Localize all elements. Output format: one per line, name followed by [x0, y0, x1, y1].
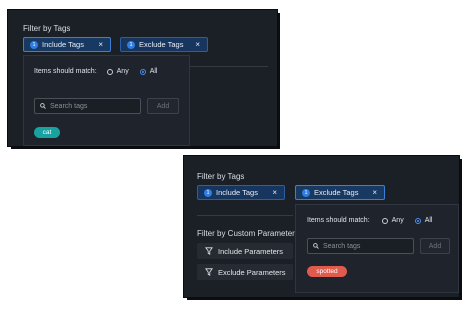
filter-by-tags-title: Filter by Tags [23, 24, 71, 33]
exclude-parameters-button[interactable]: Exclude Parameters [197, 264, 293, 280]
filter-by-tags-title: Filter by Tags [197, 172, 245, 181]
filter-panel-include: Filter by Tags 1 Include Tags × 1 Exclud… [8, 10, 277, 146]
close-icon[interactable]: × [372, 188, 377, 197]
filter-panel-exclude: Filter by Tags 1 Include Tags × 1 Exclud… [184, 156, 459, 297]
exclude-tags-chip[interactable]: 1 Exclude Tags × [295, 185, 385, 200]
search-placeholder: Search tags [50, 102, 88, 110]
custom-parameters-title: Filter by Custom Parameters [197, 229, 299, 238]
search-icon [40, 103, 46, 109]
count-badge: 1 [302, 188, 310, 197]
close-icon[interactable]: × [272, 188, 277, 197]
add-button[interactable]: Add [147, 98, 179, 114]
include-tags-chip[interactable]: 1 Include Tags × [197, 185, 285, 200]
radio-any[interactable] [106, 68, 113, 75]
include-tags-chip[interactable]: 1 Include Tags × [23, 37, 111, 52]
close-icon[interactable]: × [98, 40, 103, 49]
tag-pill[interactable]: spotted [307, 266, 347, 277]
chip-label: Exclude Tags [139, 40, 184, 49]
include-parameters-button[interactable]: Include Parameters [197, 243, 293, 259]
button-label: Include Parameters [218, 246, 284, 256]
match-label: Items should match: [34, 68, 97, 75]
match-mode-row: Items should match: Any All [307, 217, 432, 224]
count-badge: 1 [30, 40, 38, 49]
radio-all[interactable] [414, 217, 421, 224]
add-button[interactable]: Add [420, 238, 450, 254]
search-tags-input[interactable]: Search tags [307, 238, 414, 254]
tags-dropdown: Items should match: Any All Search tags … [295, 204, 459, 293]
search-placeholder: Search tags [323, 242, 361, 250]
search-tags-input[interactable]: Search tags [34, 98, 141, 114]
button-label: Exclude Parameters [218, 267, 286, 277]
radio-all-label: All [149, 68, 158, 75]
tags-dropdown: Items should match: Any All Search tags … [23, 55, 190, 146]
chip-label: Include Tags [216, 188, 258, 197]
match-mode-row: Items should match: Any All [34, 68, 157, 75]
radio-all[interactable] [139, 68, 146, 75]
match-label: Items should match: [307, 217, 370, 224]
count-badge: 1 [127, 40, 135, 49]
count-badge: 1 [204, 188, 212, 197]
divider [197, 215, 293, 216]
divider [188, 66, 268, 67]
exclude-tags-chip[interactable]: 1 Exclude Tags × [120, 37, 208, 52]
radio-any-label: Any [391, 217, 404, 224]
radio-any-label: Any [116, 68, 129, 75]
close-icon[interactable]: × [195, 40, 200, 49]
search-icon [313, 243, 319, 249]
radio-any[interactable] [381, 217, 388, 224]
radio-all-label: All [424, 217, 433, 224]
filter-icon [205, 268, 213, 276]
filter-icon [205, 247, 213, 255]
chip-label: Include Tags [42, 40, 84, 49]
chip-label: Exclude Tags [314, 188, 359, 197]
tag-pill[interactable]: cat [34, 127, 60, 138]
